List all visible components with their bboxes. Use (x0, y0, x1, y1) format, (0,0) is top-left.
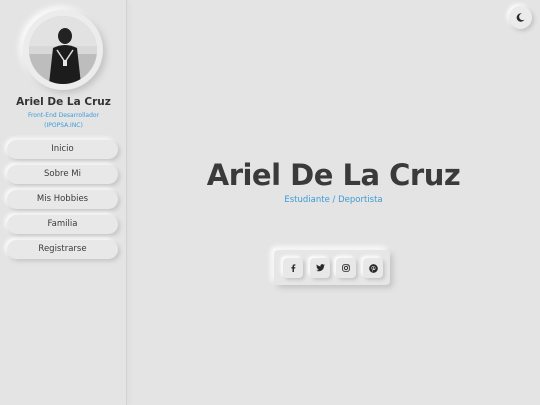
nav-item-mis-hobbies[interactable]: Mis Hobbies (7, 190, 118, 209)
instagram-button[interactable] (336, 258, 356, 278)
nav-item-familia[interactable]: Familia (7, 215, 118, 234)
avatar-frame (23, 10, 103, 90)
nav-item-sobre-mi[interactable]: Sobre Mi (7, 165, 118, 184)
pinterest-icon (368, 263, 378, 273)
sidebar: Ariel De La Cruz Front-End Desarrollador… (0, 0, 127, 405)
profile-role: Front-End Desarrollador (IPOPSA.INC) (27, 112, 100, 129)
facebook-button[interactable] (283, 258, 303, 278)
avatar (29, 16, 97, 84)
twitter-button[interactable] (310, 258, 330, 278)
hero-subtitle: Estudiante / Deportista (284, 195, 383, 205)
sidebar-nav: Inicio Sobre Mi Mis Hobbies Familia Regi… (7, 140, 118, 265)
facebook-icon (291, 264, 296, 272)
social-links (274, 250, 390, 285)
instagram-icon (342, 264, 350, 272)
nav-item-registrarse[interactable]: Registrarse (7, 240, 118, 259)
pinterest-button[interactable] (363, 258, 383, 278)
nav-item-inicio[interactable]: Inicio (7, 140, 118, 159)
hero-title: Ariel De La Cruz (206, 158, 461, 192)
profile-name: Ariel De La Cruz (16, 96, 111, 108)
moon-icon (516, 13, 525, 22)
theme-toggle-button[interactable] (509, 6, 532, 29)
twitter-icon (315, 264, 325, 272)
